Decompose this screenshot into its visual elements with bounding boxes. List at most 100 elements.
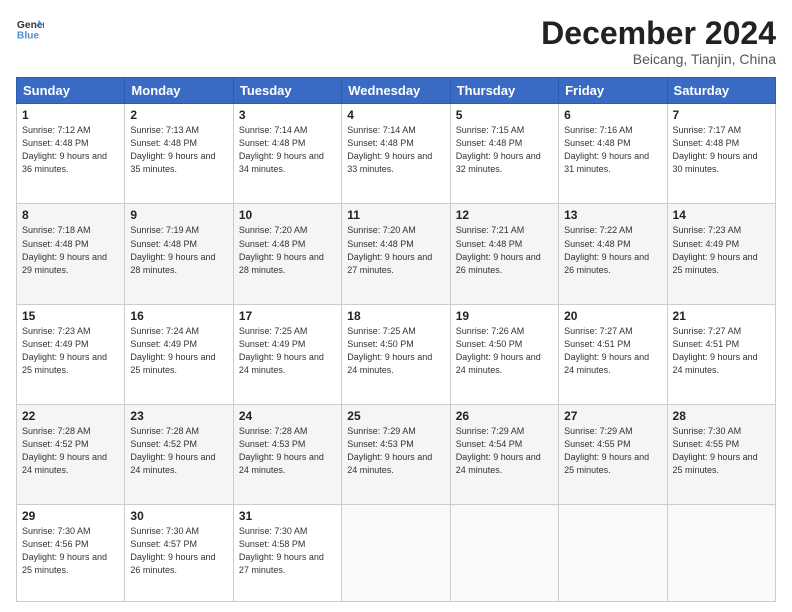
calendar-cell: 5 Sunrise: 7:15 AMSunset: 4:48 PMDayligh… [450,104,558,204]
day-number: 1 [22,108,119,122]
day-number: 9 [130,208,227,222]
day-number: 19 [456,309,553,323]
day-number: 5 [456,108,553,122]
day-detail: Sunrise: 7:28 AMSunset: 4:53 PMDaylight:… [239,426,324,475]
day-number: 14 [673,208,770,222]
calendar-cell: 10 Sunrise: 7:20 AMSunset: 4:48 PMDaylig… [233,204,341,304]
day-number: 20 [564,309,661,323]
day-number: 8 [22,208,119,222]
day-detail: Sunrise: 7:29 AMSunset: 4:53 PMDaylight:… [347,426,432,475]
calendar-cell: 30 Sunrise: 7:30 AMSunset: 4:57 PMDaylig… [125,505,233,602]
calendar-cell: 16 Sunrise: 7:24 AMSunset: 4:49 PMDaylig… [125,304,233,404]
day-detail: Sunrise: 7:30 AMSunset: 4:56 PMDaylight:… [22,526,107,575]
day-detail: Sunrise: 7:16 AMSunset: 4:48 PMDaylight:… [564,125,649,174]
day-detail: Sunrise: 7:27 AMSunset: 4:51 PMDaylight:… [564,326,649,375]
calendar-cell: 31 Sunrise: 7:30 AMSunset: 4:58 PMDaylig… [233,505,341,602]
calendar-cell: 1 Sunrise: 7:12 AMSunset: 4:48 PMDayligh… [17,104,125,204]
calendar-cell [342,505,450,602]
calendar-table: SundayMondayTuesdayWednesdayThursdayFrid… [16,77,776,602]
day-number: 27 [564,409,661,423]
day-detail: Sunrise: 7:15 AMSunset: 4:48 PMDaylight:… [456,125,541,174]
day-number: 7 [673,108,770,122]
day-detail: Sunrise: 7:20 AMSunset: 4:48 PMDaylight:… [347,225,432,274]
day-number: 26 [456,409,553,423]
location: Beicang, Tianjin, China [541,51,776,67]
day-detail: Sunrise: 7:25 AMSunset: 4:50 PMDaylight:… [347,326,432,375]
day-detail: Sunrise: 7:17 AMSunset: 4:48 PMDaylight:… [673,125,758,174]
day-detail: Sunrise: 7:18 AMSunset: 4:48 PMDaylight:… [22,225,107,274]
day-number: 22 [22,409,119,423]
day-number: 29 [22,509,119,523]
calendar-cell [667,505,775,602]
calendar-cell: 7 Sunrise: 7:17 AMSunset: 4:48 PMDayligh… [667,104,775,204]
header-day-saturday: Saturday [667,78,775,104]
calendar-cell: 27 Sunrise: 7:29 AMSunset: 4:55 PMDaylig… [559,404,667,504]
day-detail: Sunrise: 7:12 AMSunset: 4:48 PMDaylight:… [22,125,107,174]
calendar-body: 1 Sunrise: 7:12 AMSunset: 4:48 PMDayligh… [17,104,776,602]
calendar-cell: 23 Sunrise: 7:28 AMSunset: 4:52 PMDaylig… [125,404,233,504]
logo-icon: General Blue [16,16,44,44]
day-detail: Sunrise: 7:22 AMSunset: 4:48 PMDaylight:… [564,225,649,274]
day-number: 31 [239,509,336,523]
svg-text:Blue: Blue [17,30,40,41]
header-day-wednesday: Wednesday [342,78,450,104]
calendar-cell: 9 Sunrise: 7:19 AMSunset: 4:48 PMDayligh… [125,204,233,304]
day-detail: Sunrise: 7:23 AMSunset: 4:49 PMDaylight:… [22,326,107,375]
day-number: 13 [564,208,661,222]
day-number: 23 [130,409,227,423]
day-detail: Sunrise: 7:28 AMSunset: 4:52 PMDaylight:… [22,426,107,475]
calendar-week-3: 15 Sunrise: 7:23 AMSunset: 4:49 PMDaylig… [17,304,776,404]
day-detail: Sunrise: 7:23 AMSunset: 4:49 PMDaylight:… [673,225,758,274]
day-number: 18 [347,309,444,323]
day-number: 3 [239,108,336,122]
month-year: December 2024 [541,16,776,51]
day-detail: Sunrise: 7:14 AMSunset: 4:48 PMDaylight:… [239,125,324,174]
day-number: 11 [347,208,444,222]
day-detail: Sunrise: 7:29 AMSunset: 4:54 PMDaylight:… [456,426,541,475]
day-number: 25 [347,409,444,423]
day-detail: Sunrise: 7:26 AMSunset: 4:50 PMDaylight:… [456,326,541,375]
calendar-cell: 4 Sunrise: 7:14 AMSunset: 4:48 PMDayligh… [342,104,450,204]
calendar-week-1: 1 Sunrise: 7:12 AMSunset: 4:48 PMDayligh… [17,104,776,204]
header-day-friday: Friday [559,78,667,104]
day-detail: Sunrise: 7:30 AMSunset: 4:55 PMDaylight:… [673,426,758,475]
day-number: 15 [22,309,119,323]
header-day-thursday: Thursday [450,78,558,104]
calendar-cell [559,505,667,602]
calendar-cell: 26 Sunrise: 7:29 AMSunset: 4:54 PMDaylig… [450,404,558,504]
calendar-cell: 24 Sunrise: 7:28 AMSunset: 4:53 PMDaylig… [233,404,341,504]
day-number: 28 [673,409,770,423]
day-detail: Sunrise: 7:30 AMSunset: 4:58 PMDaylight:… [239,526,324,575]
calendar-cell: 28 Sunrise: 7:30 AMSunset: 4:55 PMDaylig… [667,404,775,504]
page: General Blue December 2024 Beicang, Tian… [0,0,792,612]
calendar-cell: 11 Sunrise: 7:20 AMSunset: 4:48 PMDaylig… [342,204,450,304]
day-number: 16 [130,309,227,323]
calendar-cell [450,505,558,602]
header-day-sunday: Sunday [17,78,125,104]
header: General Blue December 2024 Beicang, Tian… [16,16,776,67]
calendar-cell: 14 Sunrise: 7:23 AMSunset: 4:49 PMDaylig… [667,204,775,304]
day-number: 12 [456,208,553,222]
day-number: 17 [239,309,336,323]
title-block: December 2024 Beicang, Tianjin, China [541,16,776,67]
day-number: 2 [130,108,227,122]
calendar-header-row: SundayMondayTuesdayWednesdayThursdayFrid… [17,78,776,104]
day-number: 30 [130,509,227,523]
calendar-cell: 29 Sunrise: 7:30 AMSunset: 4:56 PMDaylig… [17,505,125,602]
header-day-monday: Monday [125,78,233,104]
day-detail: Sunrise: 7:24 AMSunset: 4:49 PMDaylight:… [130,326,215,375]
day-number: 6 [564,108,661,122]
day-number: 21 [673,309,770,323]
day-detail: Sunrise: 7:30 AMSunset: 4:57 PMDaylight:… [130,526,215,575]
calendar-cell: 21 Sunrise: 7:27 AMSunset: 4:51 PMDaylig… [667,304,775,404]
day-detail: Sunrise: 7:27 AMSunset: 4:51 PMDaylight:… [673,326,758,375]
calendar-cell: 8 Sunrise: 7:18 AMSunset: 4:48 PMDayligh… [17,204,125,304]
calendar-cell: 20 Sunrise: 7:27 AMSunset: 4:51 PMDaylig… [559,304,667,404]
calendar-cell: 2 Sunrise: 7:13 AMSunset: 4:48 PMDayligh… [125,104,233,204]
calendar-cell: 19 Sunrise: 7:26 AMSunset: 4:50 PMDaylig… [450,304,558,404]
calendar-week-4: 22 Sunrise: 7:28 AMSunset: 4:52 PMDaylig… [17,404,776,504]
day-number: 4 [347,108,444,122]
calendar-cell: 22 Sunrise: 7:28 AMSunset: 4:52 PMDaylig… [17,404,125,504]
calendar-cell: 17 Sunrise: 7:25 AMSunset: 4:49 PMDaylig… [233,304,341,404]
calendar-cell: 13 Sunrise: 7:22 AMSunset: 4:48 PMDaylig… [559,204,667,304]
